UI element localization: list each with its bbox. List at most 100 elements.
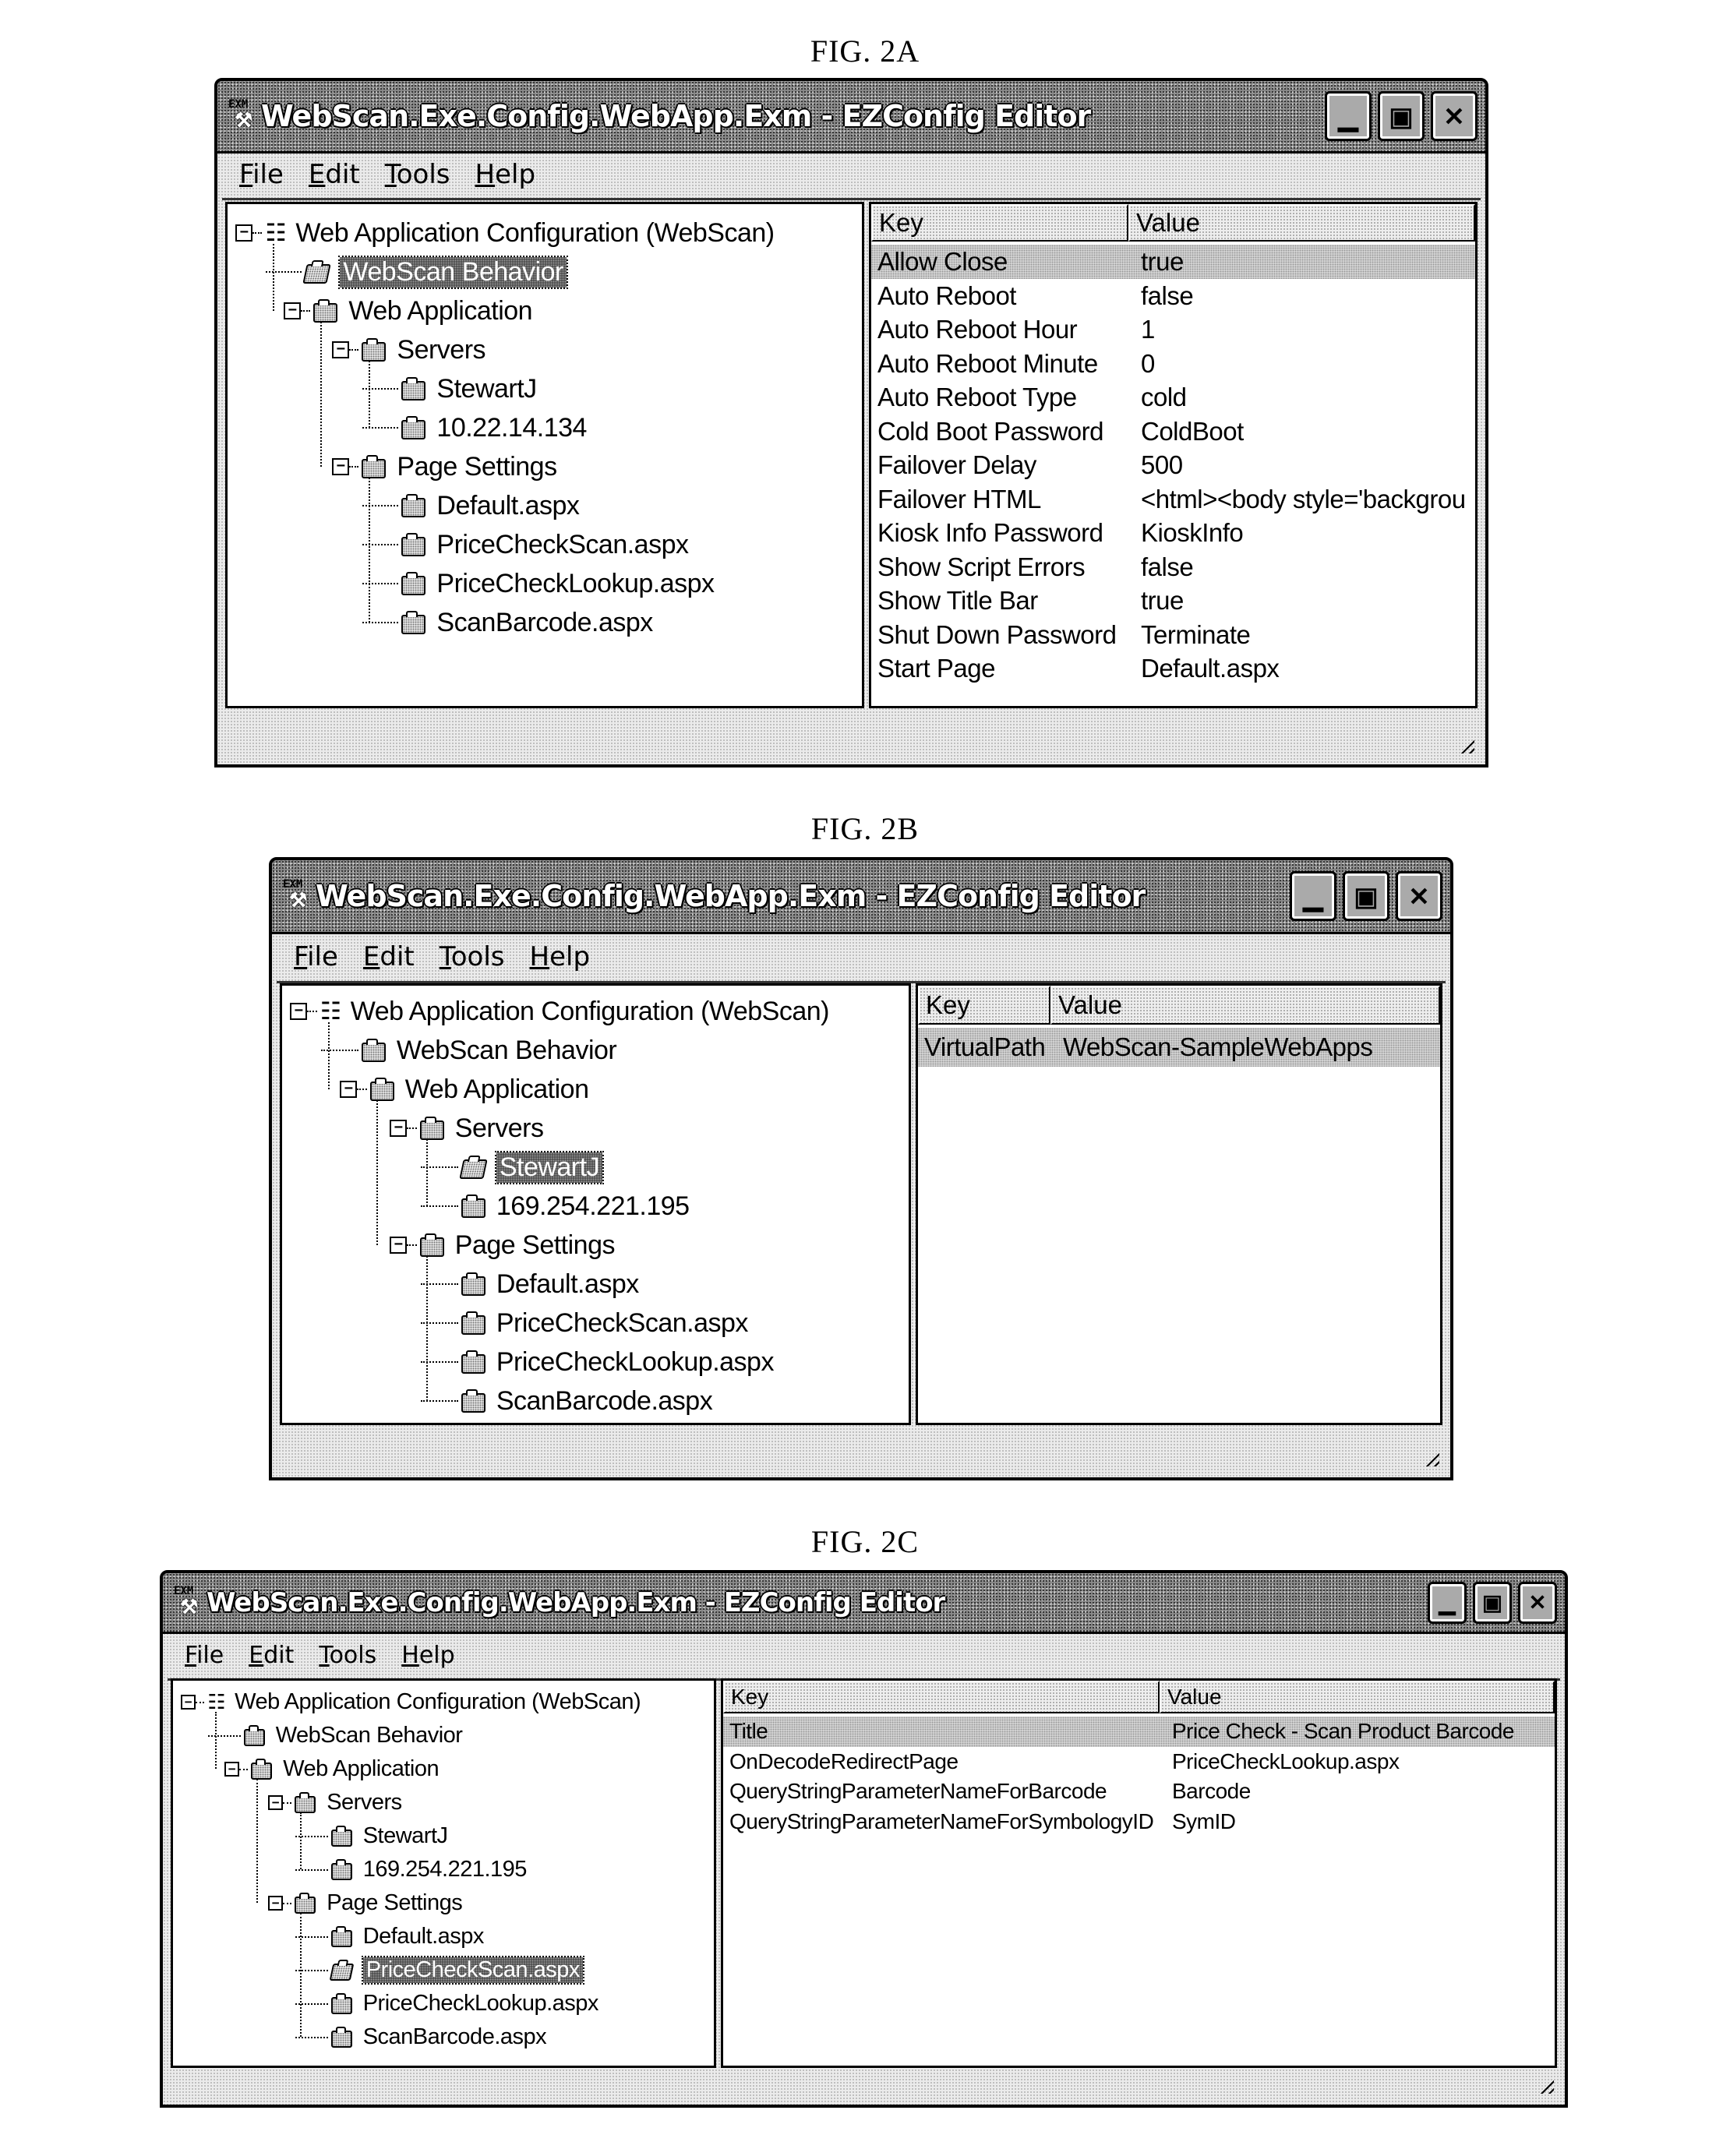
menu-file[interactable]: File [185, 1642, 224, 1669]
tree-node[interactable]: PriceCheckScan.aspx [362, 525, 689, 564]
list-row[interactable]: Show Title Bar true [871, 584, 1475, 618]
title-bar[interactable]: EXM ⚒ WebScan.Exe.Config.WebApp.Exm - EZCo… [272, 860, 1450, 934]
list-row[interactable]: Auto Reboot Hour 1 [871, 312, 1475, 347]
tree-node[interactable]: ScanBarcode.aspx [420, 1381, 713, 1420]
title-bar[interactable]: EXM ⚒ WebScan.Exe.Config.WebApp.Exm - EZCo… [217, 81, 1485, 153]
maximize-button[interactable]: ▣ [1378, 91, 1425, 141]
tree-node[interactable]: 10.22.14.134 [362, 408, 587, 447]
list-row[interactable]: VirtualPath WebScan-SampleWebApps [918, 1028, 1440, 1067]
list-row[interactable]: Failover HTML <html><body style='backgrou [871, 482, 1475, 517]
menu-edit[interactable]: Edit [309, 159, 360, 190]
tree-view[interactable]: − ☷ Web Application Configuration (WebScan… [280, 983, 911, 1425]
list-row[interactable]: Start Page Default.aspx [871, 651, 1475, 686]
collapse-toggle[interactable]: − [340, 1081, 357, 1098]
list-row[interactable]: Shut Down Password Terminate [871, 618, 1475, 652]
collapse-toggle[interactable]: − [332, 458, 349, 475]
tree-node[interactable]: − Servers [268, 1786, 402, 1819]
list-row[interactable]: Auto Reboot Type cold [871, 380, 1475, 415]
close-button[interactable]: ✕ [1396, 871, 1442, 921]
tree-view[interactable]: − ☷ Web Application Configuration (WebScan… [225, 202, 864, 708]
tree-node[interactable]: − ☷ Web Application Configuration (WebScan… [235, 213, 775, 252]
collapse-toggle[interactable]: − [284, 302, 301, 319]
tree-node[interactable]: PriceCheckScan.aspx [295, 1953, 584, 1987]
collapse-toggle[interactable]: − [268, 1795, 283, 1810]
maximize-button[interactable]: ▣ [1473, 1581, 1512, 1624]
tree-node[interactable]: ScanBarcode.aspx [362, 603, 653, 642]
list-row[interactable]: Auto Reboot false [871, 279, 1475, 313]
tree-node[interactable]: WebScan Behavior [265, 252, 568, 291]
list-row[interactable]: Title Price Check - Scan Product Barcode [723, 1717, 1555, 1747]
column-header-key[interactable]: Key [918, 986, 1050, 1025]
menu-help[interactable]: Help [530, 941, 591, 972]
menu-help[interactable]: Help [401, 1642, 454, 1669]
resize-grip[interactable] [1422, 1449, 1439, 1466]
tree-node[interactable]: StewartJ [295, 1819, 448, 1853]
tree-node[interactable]: − ☷ Web Application Configuration (WebScan… [290, 992, 830, 1031]
key-value-list[interactable]: Key Value Title Price Check - Scan Product … [721, 1678, 1557, 2068]
maximize-button[interactable]: ▣ [1343, 871, 1389, 921]
list-row[interactable]: Kiosk Info Password KioskInfo [871, 516, 1475, 550]
collapse-toggle[interactable]: − [390, 1120, 407, 1137]
collapse-toggle[interactable]: − [290, 1003, 307, 1020]
tree-node[interactable]: StewartJ [420, 1148, 605, 1187]
tree-node[interactable]: − ☷ Web Application Configuration (WebScan… [181, 1685, 641, 1719]
menu-file[interactable]: File [239, 159, 284, 190]
collapse-toggle[interactable]: − [235, 224, 252, 242]
collapse-toggle[interactable]: − [332, 341, 349, 358]
list-row[interactable]: QueryStringParameterNameForBarcode Barcod… [723, 1777, 1555, 1807]
collapse-toggle[interactable]: − [390, 1237, 407, 1254]
menu-tools[interactable]: Tools [319, 1642, 376, 1669]
minimize-button[interactable]: ▁ [1428, 1581, 1467, 1624]
list-row[interactable]: OnDecodeRedirectPage PriceCheckLookup.asp… [723, 1747, 1555, 1777]
key-value-list[interactable]: Key Value Allow Close true Auto Reboot false A… [869, 202, 1478, 708]
tree-node[interactable]: WebScan Behavior [320, 1031, 617, 1070]
tree-node[interactable]: − Page Settings [332, 447, 557, 486]
tree-node[interactable]: − Servers [332, 330, 486, 369]
tree-node[interactable]: ScanBarcode.aspx [295, 2020, 547, 2054]
menu-edit[interactable]: Edit [363, 941, 415, 972]
list-row[interactable]: QueryStringParameterNameForSymbologyID Sy… [723, 1807, 1555, 1837]
tree-node[interactable]: Default.aspx [295, 1920, 484, 1953]
tree-node[interactable]: 169.254.221.195 [295, 1853, 527, 1886]
tree-node[interactable]: − Servers [390, 1109, 544, 1148]
tree-view[interactable]: − ☷ Web Application Configuration (WebScan… [171, 1678, 716, 2068]
tree-node[interactable]: − Page Settings [268, 1886, 463, 1920]
column-header-value[interactable]: Value [1128, 204, 1475, 242]
menu-help[interactable]: Help [475, 159, 536, 190]
tree-node[interactable]: − Page Settings [390, 1226, 616, 1265]
resize-grip[interactable] [1457, 736, 1474, 753]
tree-node[interactable]: PriceCheckLookup.aspx [362, 564, 715, 603]
tree-node[interactable]: Default.aspx [362, 486, 580, 525]
list-row[interactable]: Auto Reboot Minute 0 [871, 347, 1475, 381]
list-row[interactable]: Allow Close true [871, 245, 1475, 279]
collapse-toggle[interactable]: − [268, 1896, 283, 1911]
menu-file[interactable]: File [294, 941, 338, 972]
tree-node[interactable]: PriceCheckLookup.aspx [420, 1343, 774, 1381]
tree-node[interactable]: PriceCheckScan.aspx [420, 1304, 748, 1343]
tree-node[interactable]: 169.254.221.195 [420, 1187, 690, 1226]
collapse-toggle[interactable]: − [224, 1762, 239, 1777]
list-row[interactable]: Failover Delay 500 [871, 448, 1475, 482]
list-row[interactable]: Cold Boot Password ColdBoot [871, 415, 1475, 449]
tree-node[interactable]: PriceCheckLookup.aspx [295, 1987, 598, 2020]
key-value-list[interactable]: Key Value VirtualPath WebScan-SampleWebApps [916, 983, 1442, 1425]
minimize-button[interactable]: ▁ [1290, 871, 1336, 921]
close-button[interactable]: ✕ [1431, 91, 1478, 141]
resize-grip[interactable] [1537, 2077, 1554, 2094]
menu-tools[interactable]: Tools [440, 941, 505, 972]
column-header-key[interactable]: Key [871, 204, 1128, 242]
column-header-value[interactable]: Value [1050, 986, 1440, 1025]
close-button[interactable]: ✕ [1518, 1581, 1557, 1624]
tree-node[interactable]: StewartJ [362, 369, 537, 408]
title-bar[interactable]: EXM ⚒ WebScan.Exe.Config.WebApp.Exm - EZCo… [163, 1573, 1565, 1634]
list-row[interactable]: Show Script Errors false [871, 550, 1475, 584]
collapse-toggle[interactable]: − [181, 1695, 196, 1710]
menu-tools[interactable]: Tools [385, 159, 450, 190]
column-header-key[interactable]: Key [723, 1681, 1160, 1713]
column-header-value[interactable]: Value [1160, 1681, 1555, 1713]
menu-edit[interactable]: Edit [249, 1642, 294, 1669]
tree-node[interactable]: WebScan Behavior [207, 1719, 463, 1752]
tree-node[interactable]: Default.aspx [420, 1265, 639, 1304]
tree-connector [295, 2003, 328, 2005]
minimize-button[interactable]: ▁ [1325, 91, 1372, 141]
